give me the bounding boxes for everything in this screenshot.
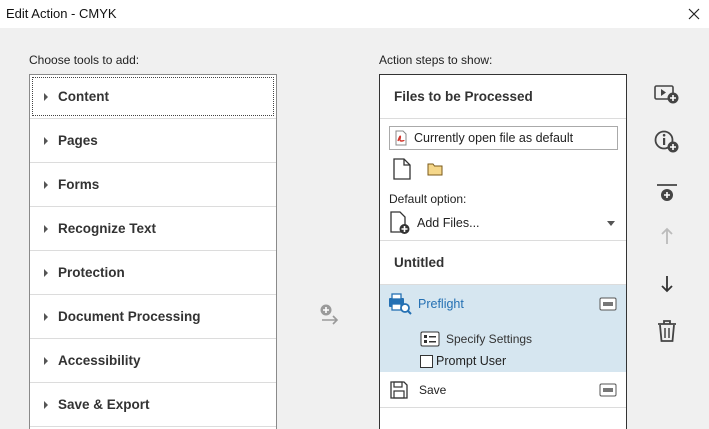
- file-source-field[interactable]: Currently open file as default: [389, 126, 618, 150]
- category-save-export[interactable]: Save & Export: [30, 383, 276, 427]
- category-label: Document Processing: [58, 309, 201, 324]
- category-protection[interactable]: Protection: [30, 251, 276, 295]
- specify-settings-label: Specify Settings: [446, 332, 533, 346]
- move-up-button[interactable]: [653, 222, 681, 250]
- expand-caret-icon: [44, 180, 48, 189]
- delete-button[interactable]: [653, 317, 681, 345]
- category-label: Forms: [58, 177, 100, 192]
- insert-panel-icon: [654, 85, 679, 104]
- close-button[interactable]: [683, 3, 705, 25]
- files-section-header: Files to be Processed: [380, 75, 626, 119]
- move-down-button[interactable]: [653, 270, 681, 298]
- insert-panel-button[interactable]: [653, 80, 681, 108]
- preflight-label: Preflight: [418, 297, 464, 311]
- add-to-steps-button[interactable]: [318, 302, 342, 329]
- step-options-icon[interactable]: [599, 297, 617, 314]
- add-divider-icon: [657, 184, 677, 201]
- file-source-text: Currently open file as default: [414, 131, 574, 145]
- preflight-icon: [389, 293, 412, 315]
- expand-caret-icon: [44, 92, 48, 101]
- category-label: Recognize Text: [58, 221, 157, 236]
- choose-tools-label: Choose tools to add:: [29, 53, 140, 67]
- pdf-file-icon: [393, 130, 409, 146]
- expand-caret-icon: [44, 136, 48, 145]
- preflight-row[interactable]: Preflight: [388, 293, 464, 315]
- title-bar: Edit Action - CMYK: [0, 0, 709, 28]
- untitled-section-header: Untitled: [380, 241, 626, 285]
- chevron-down-icon: [607, 221, 615, 226]
- add-files-value: Add Files...: [417, 216, 480, 230]
- step-options-icon[interactable]: [599, 383, 617, 400]
- settings-list-icon: [420, 331, 440, 347]
- category-forms[interactable]: Forms: [30, 163, 276, 207]
- save-row[interactable]: Save: [389, 380, 446, 400]
- category-label: Accessibility: [58, 353, 141, 368]
- category-accessibility[interactable]: Accessibility: [30, 339, 276, 383]
- expand-caret-icon: [44, 356, 48, 365]
- action-steps-panel: Files to be Processed Currently open fil…: [379, 74, 627, 429]
- move-up-icon: [661, 227, 673, 244]
- add-divider-button[interactable]: [653, 179, 681, 207]
- move-down-icon: [661, 276, 673, 293]
- expand-caret-icon: [44, 268, 48, 277]
- add-files-dropdown[interactable]: Add Files...: [389, 211, 619, 235]
- add-to-steps-icon: [320, 304, 339, 325]
- expand-caret-icon: [44, 400, 48, 409]
- expand-caret-icon: [44, 312, 48, 321]
- add-files-icon: [390, 211, 410, 234]
- category-label: Pages: [58, 133, 98, 148]
- specify-settings[interactable]: Specify Settings: [420, 331, 532, 347]
- category-label: Protection: [58, 265, 125, 280]
- save-disk-icon: [390, 381, 408, 399]
- category-recognize-text[interactable]: Recognize Text: [30, 207, 276, 251]
- delete-icon: [658, 320, 676, 342]
- add-instruction-icon: [654, 130, 679, 153]
- step-preflight[interactable]: Preflight Specify Settings Prompt User: [380, 285, 626, 372]
- step-save[interactable]: Save: [380, 372, 626, 408]
- save-label: Save: [419, 383, 447, 397]
- category-document-processing[interactable]: Document Processing: [30, 295, 276, 339]
- action-steps-label: Action steps to show:: [379, 53, 493, 67]
- files-section: Currently open file as default Default o…: [380, 119, 626, 241]
- tool-category-list[interactable]: Content Pages Forms Recognize Text Prote…: [29, 74, 277, 429]
- add-instruction-button[interactable]: [653, 128, 681, 156]
- close-icon: [688, 8, 700, 20]
- category-label: Save & Export: [58, 397, 150, 412]
- new-document-icon[interactable]: [392, 158, 412, 183]
- prompt-user-label: Prompt User: [436, 354, 507, 368]
- checkbox-box[interactable]: [420, 354, 433, 368]
- category-pages[interactable]: Pages: [30, 119, 276, 163]
- category-content[interactable]: Content: [30, 75, 276, 119]
- prompt-user-checkbox[interactable]: Prompt User: [420, 354, 506, 368]
- default-option-label: Default option:: [389, 192, 467, 206]
- category-label: Content: [58, 89, 109, 104]
- expand-caret-icon: [44, 224, 48, 233]
- window-title: Edit Action - CMYK: [6, 6, 117, 21]
- folder-icon[interactable]: [427, 162, 443, 179]
